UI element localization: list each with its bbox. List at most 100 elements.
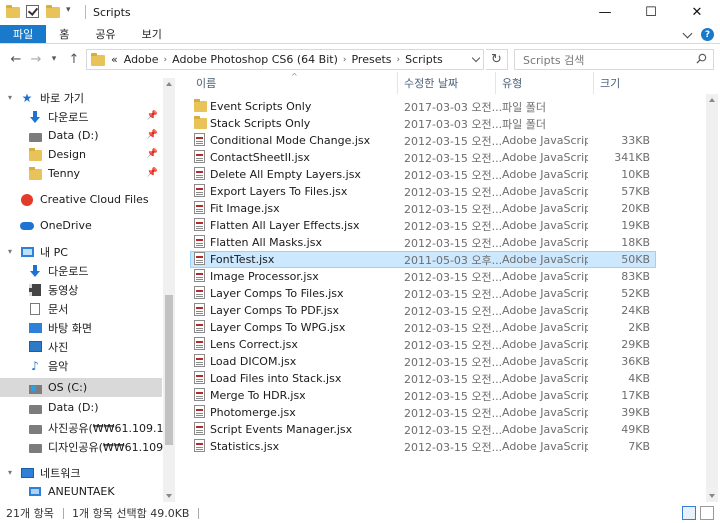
scroll-up-arrow-icon[interactable] (709, 98, 715, 102)
refresh-button[interactable]: ↻ (486, 49, 508, 70)
nav-data-d-pinned[interactable]: Data (D:) 📌 (0, 126, 162, 145)
recent-locations-chevron-icon[interactable]: ▾ (44, 49, 64, 69)
nav-scrollbar[interactable] (163, 78, 175, 502)
breadcrumb-photoshop[interactable]: Adobe Photoshop CS6 (64 Bit) (172, 53, 338, 66)
file-name: Merge To HDR.jsx (210, 389, 306, 402)
file-date: 2012-03-15 오전... (404, 219, 503, 233)
customize-toolbar-chevron-icon[interactable]: ▾ (66, 5, 74, 19)
nav-network[interactable]: ▾ 네트워크 (0, 463, 162, 482)
nav-design[interactable]: Design 📌 (0, 145, 162, 164)
file-row[interactable]: Export Layers To Files.jsx 2012-03-15 오전… (190, 183, 656, 200)
column-date[interactable]: 수정한 날짜 (398, 72, 496, 94)
column-size[interactable]: 크기 (594, 72, 660, 94)
breadcrumb-separator-icon[interactable]: › (164, 55, 168, 65)
file-row-selected[interactable]: FontTest.jsx 2011-05-03 오후... Adobe Java… (190, 251, 656, 268)
properties-check-icon[interactable] (26, 5, 40, 19)
tab-view[interactable]: 보기 (129, 25, 175, 43)
column-name[interactable]: 이름 (190, 72, 398, 94)
desktop-icon (28, 321, 42, 335)
nav-pictures[interactable]: 사진 (0, 337, 162, 356)
address-bar[interactable]: « Adobe › Adobe Photoshop CS6 (64 Bit) ›… (86, 49, 484, 70)
expand-chevron-icon[interactable]: ▾ (8, 93, 16, 102)
file-row[interactable]: Image Processor.jsx 2012-03-15 오전... Ado… (190, 268, 656, 285)
nav-quick-access[interactable]: ▾ ★ 바로 가기 (0, 88, 162, 107)
nav-tenny[interactable]: Tenny 📌 (0, 164, 162, 183)
breadcrumb-presets[interactable]: Presets (351, 53, 391, 66)
address-dropdown-chevron-icon[interactable] (471, 53, 481, 63)
expand-ribbon-chevron-icon[interactable] (682, 28, 693, 38)
pin-icon: 📌 (146, 111, 158, 121)
new-folder-icon[interactable] (46, 5, 60, 19)
toolbar-divider (85, 5, 86, 19)
nav-os-c[interactable]: OS (C:) (0, 378, 162, 397)
breadcrumb-separator-icon[interactable]: › (343, 55, 347, 65)
file-row[interactable]: Layer Comps To PDF.jsx 2012-03-15 오전... … (190, 302, 656, 319)
minimize-button[interactable]: — (582, 0, 628, 25)
file-row[interactable]: Flatten All Masks.jsx 2012-03-15 오전... A… (190, 234, 656, 251)
close-button[interactable]: ✕ (674, 0, 720, 25)
nav-downloads-pinned[interactable]: 다운로드 📌 (0, 107, 162, 126)
file-row[interactable]: Flatten All Layer Effects.jsx 2012-03-15… (190, 217, 656, 234)
help-icon[interactable]: ? (701, 28, 714, 41)
large-icons-view-icon[interactable] (700, 506, 714, 520)
nav-data-d[interactable]: Data (D:) (0, 398, 162, 417)
jsx-file-icon (194, 269, 206, 283)
file-row[interactable]: Lens Correct.jsx 2012-03-15 오전... Adobe … (190, 336, 656, 353)
file-size: 19KB (621, 219, 650, 232)
nav-photo-share[interactable]: 사진공유(₩₩61.109.154.20 (0, 418, 175, 437)
nav-videos[interactable]: 동영상 (0, 280, 162, 299)
scroll-up-arrow-icon[interactable] (166, 82, 172, 86)
nav-desktop[interactable]: 바탕 화면 (0, 318, 162, 337)
nav-downloads[interactable]: 다운로드 (0, 261, 162, 280)
nav-this-pc[interactable]: ▾ 내 PC (0, 242, 162, 261)
up-arrow-icon[interactable]: ↑ (64, 49, 84, 69)
file-name: Load DICOM.jsx (210, 355, 297, 368)
tab-home[interactable]: 홈 (46, 25, 82, 43)
file-row[interactable]: ContactSheetII.jsx 2012-03-15 오전... Adob… (190, 149, 656, 166)
expand-chevron-icon[interactable]: ▾ (8, 247, 16, 256)
file-row[interactable]: Event Scripts Only 2017-03-03 오전... 파일 폴… (190, 98, 656, 115)
back-arrow-icon[interactable]: ← (6, 49, 26, 69)
file-row[interactable]: Merge To HDR.jsx 2012-03-15 오전... Adobe … (190, 387, 656, 404)
file-row[interactable]: Layer Comps To WPG.jsx 2012-03-15 오전... … (190, 319, 656, 336)
tab-share[interactable]: 공유 (82, 25, 128, 43)
file-row[interactable]: Statistics.jsx 2012-03-15 오전... Adobe Ja… (190, 438, 656, 455)
file-name: Layer Comps To WPG.jsx (210, 321, 346, 334)
file-row[interactable]: Script Events Manager.jsx 2012-03-15 오전.… (190, 421, 656, 438)
breadcrumb-adobe[interactable]: Adobe (124, 53, 159, 66)
nav-onedrive[interactable]: OneDrive (0, 216, 162, 235)
breadcrumb-overflow[interactable]: « (111, 53, 118, 66)
file-row[interactable]: Load Files into Stack.jsx 2012-03-15 오전.… (190, 370, 656, 387)
file-row[interactable]: Fit Image.jsx 2012-03-15 오전... Adobe Jav… (190, 200, 656, 217)
file-row[interactable]: Stack Scripts Only 2017-03-03 오전... 파일 폴… (190, 115, 656, 132)
nav-design-share[interactable]: 디자인공유(₩₩61.109.154 (0, 437, 175, 456)
maximize-button[interactable]: ☐ (628, 0, 674, 25)
file-size: 4KB (628, 372, 650, 385)
breadcrumb-separator-icon[interactable]: › (397, 55, 401, 65)
tab-file[interactable]: 파일 (0, 25, 47, 43)
file-row[interactable]: Load DICOM.jsx 2012-03-15 오전... Adobe Ja… (190, 353, 656, 370)
nav-documents[interactable]: 문서 (0, 299, 162, 318)
nav-item-label: 디자인공유(₩₩61.109.154 (48, 440, 175, 454)
search-input[interactable]: Scripts 검색 (514, 49, 714, 70)
column-type[interactable]: 유형 (496, 72, 594, 94)
file-row[interactable]: Delete All Empty Layers.jsx 2012-03-15 오… (190, 166, 656, 183)
network-drive-icon (28, 440, 42, 454)
details-view-icon[interactable] (682, 506, 696, 520)
file-row[interactable]: Photomerge.jsx 2012-03-15 오전... Adobe Ja… (190, 404, 656, 421)
file-row[interactable]: Layer Comps To Files.jsx 2012-03-15 오전..… (190, 285, 656, 302)
nav-creative-cloud[interactable]: Creative Cloud Files (0, 190, 162, 209)
nav-aneuntaek[interactable]: ANEUNTAEK (0, 482, 162, 501)
file-size: 10KB (621, 168, 650, 181)
forward-arrow-icon[interactable]: → (26, 49, 46, 69)
scroll-down-arrow-icon[interactable] (709, 494, 715, 498)
scroll-down-arrow-icon[interactable] (166, 494, 172, 498)
expand-chevron-icon[interactable]: ▾ (8, 468, 16, 477)
onedrive-icon (20, 219, 34, 233)
breadcrumb-scripts[interactable]: Scripts (405, 53, 443, 66)
scrollbar-thumb[interactable] (165, 295, 173, 445)
nav-music[interactable]: ♪ 음악 (0, 356, 162, 375)
file-date: 2017-03-03 오전... (404, 100, 503, 114)
file-row[interactable]: Conditional Mode Change.jsx 2012-03-15 오… (190, 132, 656, 149)
file-list-scrollbar[interactable] (706, 94, 718, 502)
